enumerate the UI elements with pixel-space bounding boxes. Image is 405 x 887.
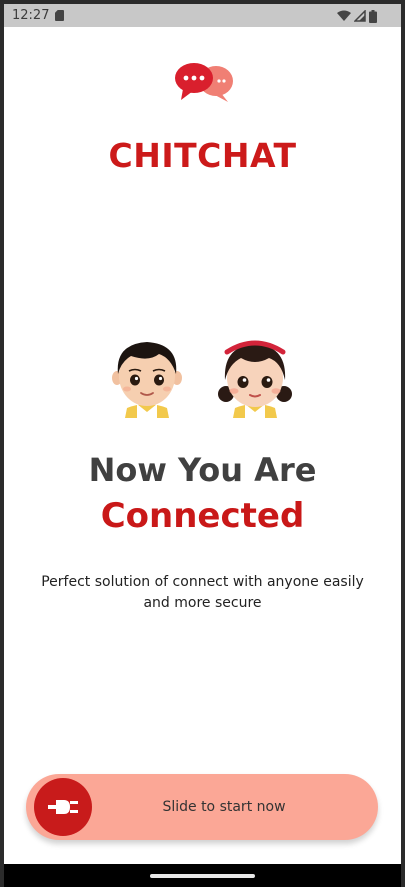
- wifi-icon: [337, 10, 351, 21]
- headline-line-2: Connected: [100, 496, 305, 536]
- girl-avatar: [218, 340, 292, 418]
- status-icons: [337, 9, 377, 23]
- app-name: CHITCHAT: [108, 136, 297, 175]
- headline-line-1: Now You Are: [88, 451, 317, 489]
- battery-icon: [369, 9, 377, 23]
- sd-card-icon: [55, 10, 64, 21]
- slide-to-start-slider[interactable]: Slide to start now: [26, 774, 378, 840]
- chat-bubbles-icon: [175, 63, 233, 102]
- phone-frame: 12:27 CHITCHAT Now You Are Connected Per…: [0, 0, 405, 887]
- slider-knob[interactable]: [34, 778, 92, 836]
- status-time: 12:27: [12, 8, 50, 23]
- boy-avatar: [112, 342, 182, 418]
- slider-label: Slide to start now: [162, 799, 286, 815]
- subtitle-text: Perfect solution of connect with anyone …: [41, 574, 364, 611]
- signal-icon: [354, 10, 366, 22]
- home-indicator[interactable]: [150, 874, 255, 878]
- onboarding-screen: CHITCHAT Now You Are Connected Perfect s…: [4, 27, 401, 864]
- status-bar: 12:27: [4, 4, 401, 27]
- plug-icon: [48, 800, 78, 814]
- navigation-bar: [4, 864, 401, 887]
